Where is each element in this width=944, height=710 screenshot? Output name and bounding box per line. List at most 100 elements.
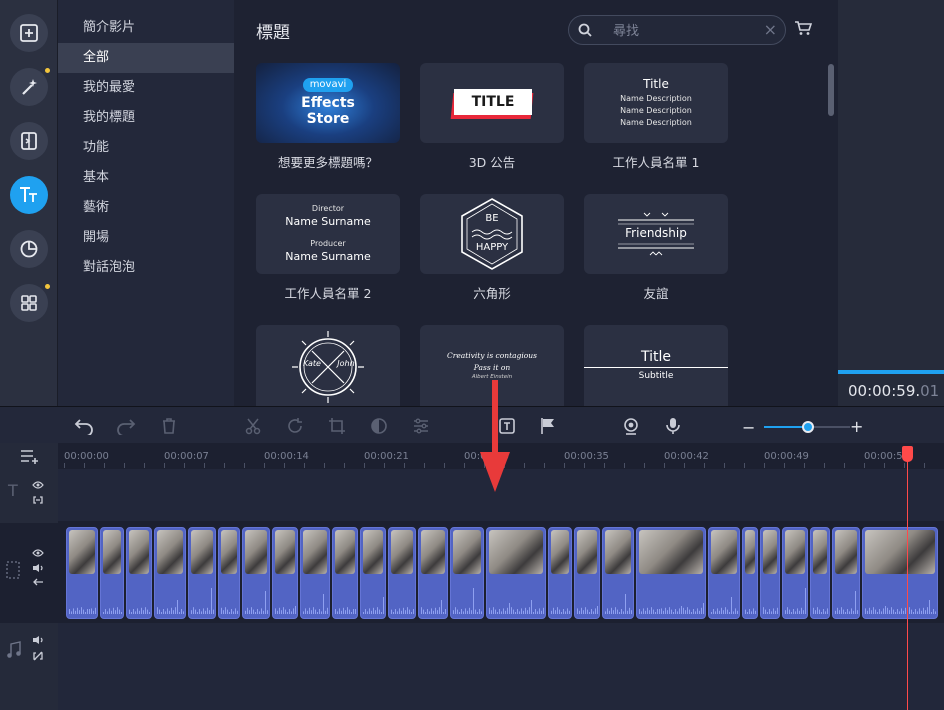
zoom-slider-handle[interactable] [802,421,814,433]
volume-icon[interactable] [32,563,44,573]
visibility-eye-icon[interactable] [32,481,44,489]
tile-effects-store[interactable]: movavi Effects Store [256,63,400,143]
video-clip[interactable] [742,527,758,619]
zoom-out-icon[interactable]: − [742,418,755,437]
category-speech-bubbles[interactable]: 對話泡泡 [58,253,234,283]
marker-flag-icon[interactable] [540,417,556,435]
playhead-line[interactable] [907,446,908,710]
video-track[interactable] [58,523,944,623]
video-clip[interactable] [272,527,298,619]
video-clip[interactable] [388,527,416,619]
video-clip[interactable] [242,527,270,619]
titles-button[interactable] [10,176,48,214]
transitions-button[interactable] [10,122,48,160]
stickers-button[interactable] [10,230,48,268]
waveform-bar [137,608,138,614]
volume-icon[interactable] [32,635,44,645]
waveform-bar [325,610,326,614]
playhead-handle[interactable] [902,446,913,462]
ruler-tick [724,463,725,468]
waveform-bar [665,607,666,614]
category-basic[interactable]: 基本 [58,163,234,193]
video-clip[interactable] [708,527,740,619]
more-tools-button[interactable] [10,284,48,322]
waveform-bar [611,607,612,614]
video-clip[interactable] [418,527,448,619]
clear-search-icon[interactable]: × [764,20,777,39]
video-clip[interactable] [300,527,330,619]
video-clip[interactable] [218,527,240,619]
waveform-bar [569,610,570,614]
video-clip[interactable] [188,527,216,619]
waveform-bar [731,597,732,614]
redo-icon[interactable] [116,417,136,435]
waveform-bar [557,607,558,614]
video-clip[interactable] [332,527,358,619]
tile-label-credits1: 工作人員名單 1 [612,155,700,170]
video-clip[interactable] [100,527,124,619]
category-intro[interactable]: 簡介影片 [58,13,234,43]
microphone-icon[interactable] [666,417,680,435]
tile-hexagon[interactable]: BE HAPPY [420,194,564,274]
waveform-bar [149,612,150,614]
waveform-bar [619,612,620,614]
link-icon[interactable] [32,495,44,505]
tile-subtitle[interactable]: Title Subtitle [584,325,728,406]
video-clip[interactable] [782,527,808,619]
tile-friendship[interactable]: Friendship [584,194,728,274]
tile-credits-1[interactable]: Title Name Description Name Description … [584,63,728,143]
visibility-eye-icon[interactable] [32,549,44,557]
cart-icon[interactable] [794,20,812,36]
scrollbar-thumb[interactable] [828,64,834,116]
rotate-icon[interactable] [286,417,304,435]
search-input[interactable] [613,22,763,40]
tile-credits-2[interactable]: Director Name Surname Producer Name Surn… [256,194,400,274]
color-adjust-icon[interactable] [370,417,388,435]
category-favorites[interactable]: 我的最愛 [58,73,234,103]
waveform-bar [817,607,818,614]
category-all[interactable]: 全部 [58,43,234,73]
waveform-bar [285,609,286,614]
webcam-icon[interactable] [622,417,640,435]
category-features[interactable]: 功能 [58,133,234,163]
preview-progress-bar[interactable] [838,370,944,374]
video-clip[interactable] [450,527,484,619]
video-clip[interactable] [832,527,860,619]
import-button[interactable] [10,14,48,52]
video-clip[interactable] [760,527,780,619]
audio-waveform [421,600,446,614]
unlink-icon[interactable] [32,651,44,661]
category-opening[interactable]: 開場 [58,223,234,253]
video-clip[interactable] [154,527,186,619]
video-clip[interactable] [602,527,634,619]
clip-properties-icon[interactable] [412,417,430,435]
video-clip[interactable] [574,527,600,619]
waveform-bar [121,612,122,614]
category-my-titles[interactable]: 我的標題 [58,103,234,133]
arrow-left-icon[interactable] [32,577,44,587]
video-clip[interactable] [862,527,938,619]
filters-button[interactable] [10,68,48,106]
undo-icon[interactable] [74,417,94,435]
add-track-icon[interactable] [20,448,40,464]
category-artistic[interactable]: 藝術 [58,193,234,223]
delete-icon[interactable] [160,417,178,435]
video-clip[interactable] [66,527,98,619]
tile-label-friendship: 友誼 [643,286,669,301]
waveform-bar [83,609,84,614]
tile-badge[interactable]: Kate John [256,325,400,406]
tile-3d-billboard[interactable]: TITLE [420,63,564,143]
crop-icon[interactable] [328,417,346,435]
video-clip[interactable] [636,527,706,619]
video-clip[interactable] [548,527,572,619]
waveform-bar [261,608,262,614]
waveform-bar [255,612,256,614]
video-clip[interactable] [810,527,830,619]
video-clip[interactable] [126,527,152,619]
audio-track[interactable] [58,623,944,710]
clip-thumbnail [275,530,295,574]
cut-icon[interactable] [244,417,262,435]
zoom-in-icon[interactable]: + [850,417,863,436]
video-clip[interactable] [360,527,386,619]
video-clip[interactable] [486,527,546,619]
